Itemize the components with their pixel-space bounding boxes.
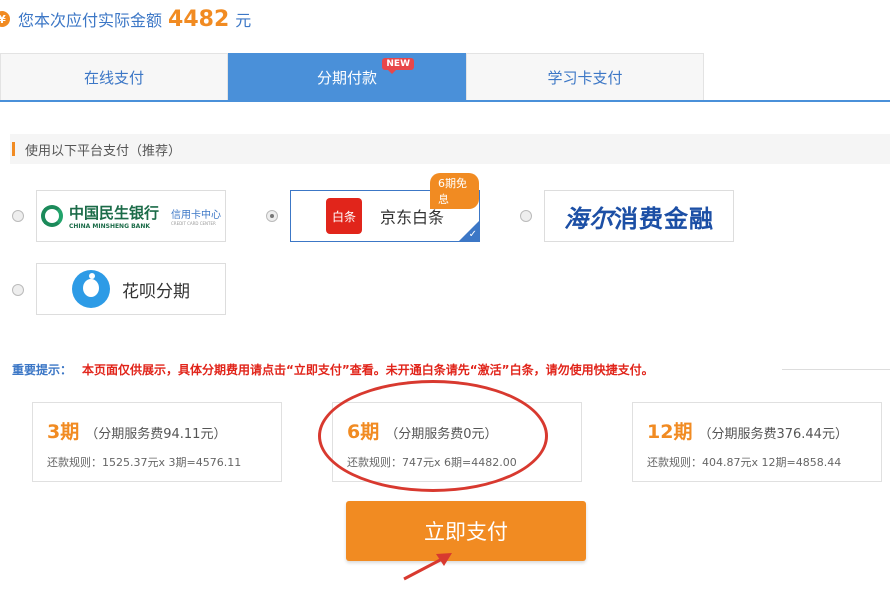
plan-3-periods[interactable]: 3期 （分期服务费94.11元） 还款规则：1525.37元x 3期=4576.… [32, 402, 282, 482]
plan-rule: 还款规则：747元x 6期=4482.00 [347, 456, 517, 469]
section-marker [12, 142, 15, 156]
radio-haier[interactable] [520, 210, 532, 222]
cmbc-logo: 中国民生银行 CHINA MINSHENG BANK 信用卡中心 CREDIT … [40, 202, 221, 230]
interest-free-badge: 6期免息 [430, 173, 479, 209]
plan-fee: （分期服务费0元） [385, 427, 498, 442]
huabei-icon [72, 270, 110, 308]
tab-label: 分期付款 [316, 68, 377, 87]
tab-installment[interactable]: 分期付款 NEW [228, 53, 466, 100]
amount-value: 4482 [168, 6, 230, 32]
jd-baitiao-icon: 白条 [325, 198, 362, 234]
option-haier-finance[interactable]: 海尔消费金融 [544, 190, 734, 242]
notice-title: 重要提示： [12, 363, 73, 377]
plan-rule: 还款规则：404.87元x 12期=4858.44 [647, 456, 842, 469]
tab-label: 学习卡支付 [547, 68, 623, 87]
option-huabei[interactable]: 花呗分期 [36, 263, 226, 315]
arrow-annotation-icon [403, 553, 452, 581]
payment-tabs: 在线支付 分期付款 NEW 学习卡支付 [0, 53, 890, 102]
huabei-name: 花呗分期 [122, 281, 190, 302]
notice-body: 本页面仅供展示，具体分期费用请点击“立即支付”查看。未开通白条请先“激活”白条，… [82, 363, 654, 377]
pay-now-button[interactable]: 立即支付 [346, 501, 586, 561]
tab-online-payment[interactable]: 在线支付 [0, 53, 228, 100]
cmbc-emblem-icon [40, 205, 63, 227]
plan-12-periods[interactable]: 12期 （分期服务费376.44元） 还款规则：404.87元x 12期=485… [632, 402, 882, 482]
tab-label: 在线支付 [83, 68, 144, 87]
radio-jd-baitiao[interactable] [266, 210, 278, 222]
amount-label: 您本次应付实际金额 [18, 11, 163, 30]
plan-6-periods[interactable]: 6期 （分期服务费0元） 还款规则：747元x 6期=4482.00 [332, 402, 582, 482]
option-jd-baitiao[interactable]: 白条 京东白条 6期免息 ✓ [290, 173, 480, 242]
radio-cmbc[interactable] [12, 210, 24, 222]
plan-fee: （分期服务费94.11元） [85, 427, 227, 442]
payable-amount-row: ¥ 您本次应付实际金额 4482 元 [0, 4, 251, 34]
cmbc-subtitle: 信用卡中心 [171, 210, 221, 221]
new-badge: NEW [382, 58, 414, 74]
cmbc-name: 中国民生银行 [68, 204, 159, 222]
section-heading: 使用以下平台支付（推荐） [10, 134, 890, 164]
pay-now-label: 立即支付 [424, 520, 508, 544]
plan-period: 12期 [647, 421, 693, 443]
amount-unit: 元 [235, 11, 252, 30]
yen-icon: ¥ [0, 11, 10, 27]
divider [782, 369, 890, 370]
cmbc-subtitle-en: CREDIT CARD CENTER [171, 221, 216, 226]
tab-study-card[interactable]: 学习卡支付 [466, 53, 704, 100]
plan-rule: 还款规则：1525.37元x 3期=4576.11 [47, 456, 242, 469]
cmbc-english-name: CHINA MINSHENG BANK [68, 223, 150, 230]
haier-finance-logo: 海尔消费金融 [564, 199, 714, 234]
plan-fee: （分期服务费376.44元） [698, 427, 848, 442]
important-notice: 重要提示： 本页面仅供展示，具体分期费用请点击“立即支付”查看。未开通白条请先“激… [12, 361, 654, 378]
plan-period: 6期 [347, 421, 380, 443]
haier-logo-text: 消费金融 [614, 204, 714, 233]
section-title: 使用以下平台支付（推荐） [25, 143, 182, 159]
haier-script-text: 海尔 [564, 203, 614, 233]
plan-period: 3期 [47, 421, 80, 443]
option-cmbc[interactable]: 中国民生银行 CHINA MINSHENG BANK 信用卡中心 CREDIT … [36, 190, 226, 242]
checkmark-icon: ✓ [468, 229, 477, 240]
radio-huabei[interactable] [12, 284, 24, 296]
